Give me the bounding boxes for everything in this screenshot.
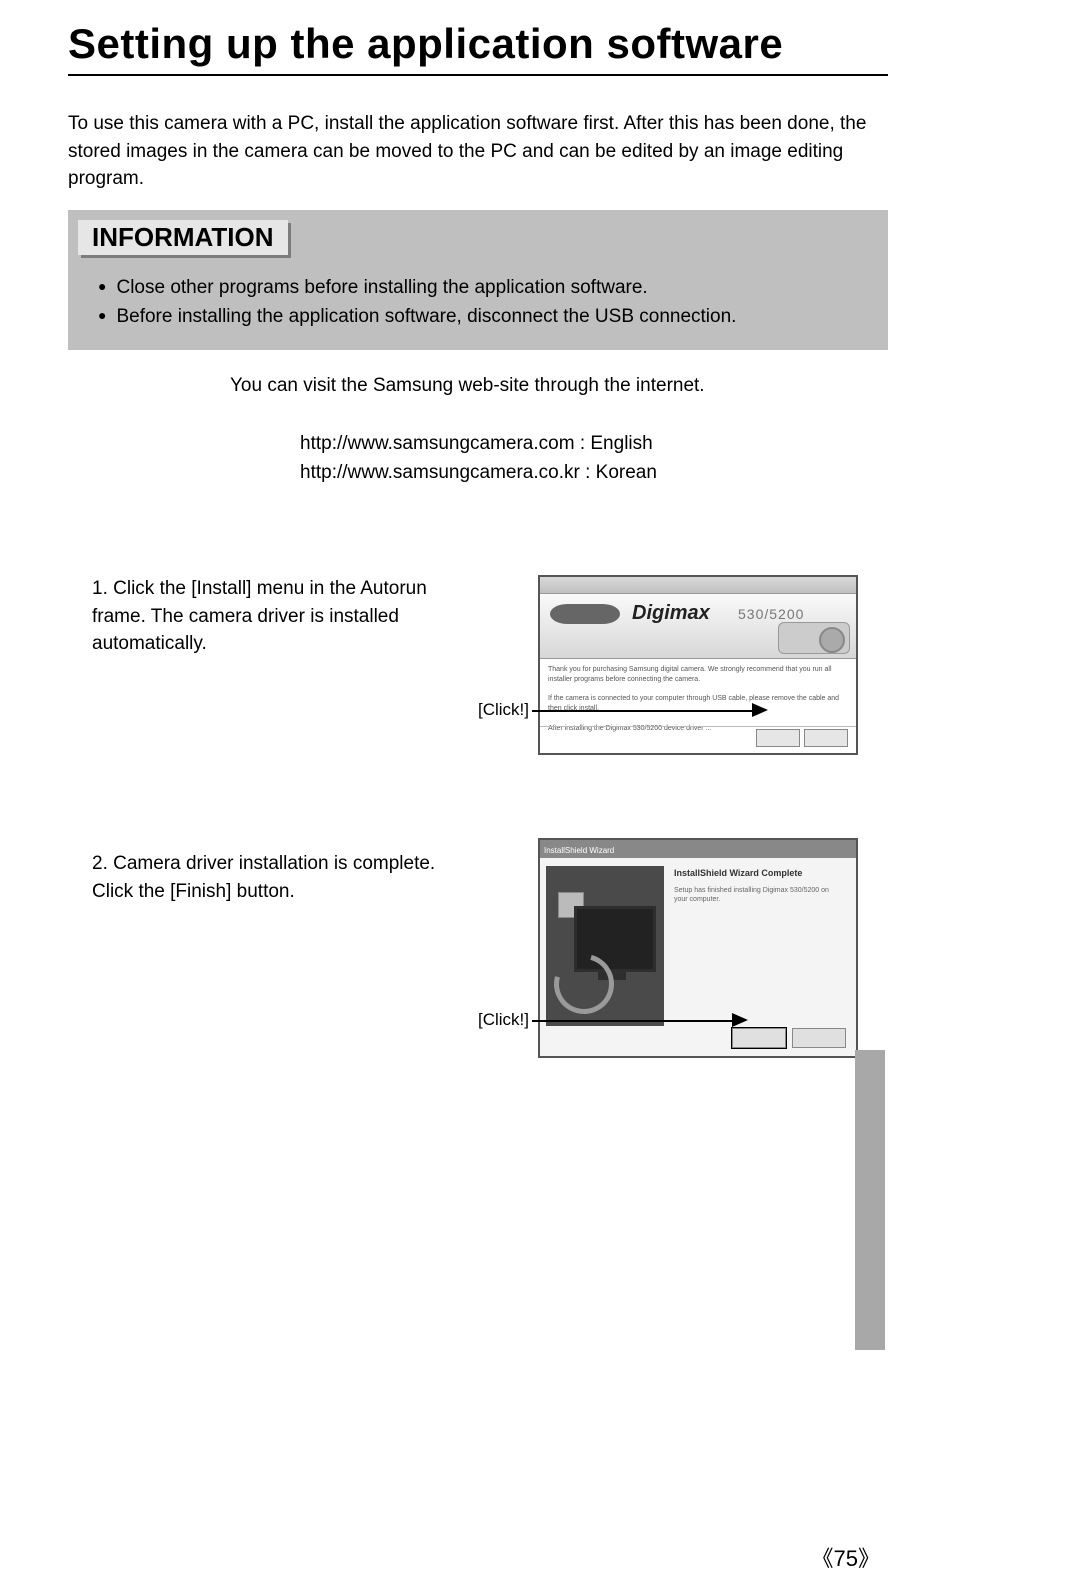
digimax-logo-text: Digimax	[632, 602, 710, 625]
screenshot-wizard-window: InstallShield Wizard InstallShield Wizar…	[538, 838, 858, 1058]
step-2-text: 2. Camera driver installation is complet…	[92, 850, 472, 905]
finish-button[interactable]	[732, 1028, 786, 1048]
exit-button[interactable]	[804, 729, 848, 747]
manual-page: Setting up the application software To u…	[0, 0, 1080, 1585]
wizard-side-graphic	[546, 866, 664, 1026]
screenshot-autorun-window: Digimax 530/5200 Thank you for purchasin…	[538, 575, 858, 755]
arrow-head-icon	[752, 703, 768, 717]
page-edge-tab	[855, 1050, 885, 1350]
step-1-text: 1. Click the [Install] menu in the Autor…	[92, 575, 472, 658]
url-english: http://www.samsungcamera.com : English	[300, 430, 657, 459]
click-label-1: [Click!]	[478, 700, 529, 720]
page-number-value: 75	[811, 1546, 880, 1571]
information-heading-frame: INFORMATION	[78, 220, 288, 255]
page-title: Setting up the application software	[68, 20, 888, 76]
samsung-logo	[550, 604, 620, 624]
url-block: http://www.samsungcamera.com : English h…	[300, 430, 657, 487]
information-heading: INFORMATION	[92, 222, 274, 253]
install-button[interactable]	[756, 729, 800, 747]
arrow-line-icon	[532, 710, 752, 712]
autorun-banner: Digimax 530/5200	[540, 594, 856, 659]
separator	[540, 726, 856, 727]
model-number-text: 530/5200	[738, 606, 804, 622]
click-label-2: [Click!]	[478, 1010, 529, 1030]
arrow-line-icon	[532, 1020, 732, 1022]
wizard-complete-heading: InstallShield Wizard Complete	[674, 868, 802, 878]
page-number: 75	[811, 1541, 880, 1573]
information-list: Close other programs before installing t…	[98, 273, 868, 332]
wizard-complete-body: Setup has finished installing Digimax 53…	[674, 886, 844, 904]
camera-icon	[778, 622, 850, 654]
intro-paragraph: To use this camera with a PC, install th…	[68, 110, 888, 193]
wizard-titlebar-text: InstallShield Wizard	[540, 846, 614, 855]
visit-text: You can visit the Samsung web-site throu…	[230, 375, 705, 397]
window-titlebar	[540, 577, 856, 594]
autorun-body-text: Thank you for purchasing Samsung digital…	[540, 659, 856, 740]
url-korean: http://www.samsungcamera.co.kr : Korean	[300, 459, 657, 488]
list-item: Close other programs before installing t…	[98, 273, 868, 302]
arrow-head-icon	[732, 1013, 748, 1027]
cancel-button[interactable]	[792, 1028, 846, 1048]
information-box: INFORMATION Close other programs before …	[68, 210, 888, 350]
list-item: Before installing the application softwa…	[98, 302, 868, 331]
window-titlebar: InstallShield Wizard	[540, 840, 856, 858]
